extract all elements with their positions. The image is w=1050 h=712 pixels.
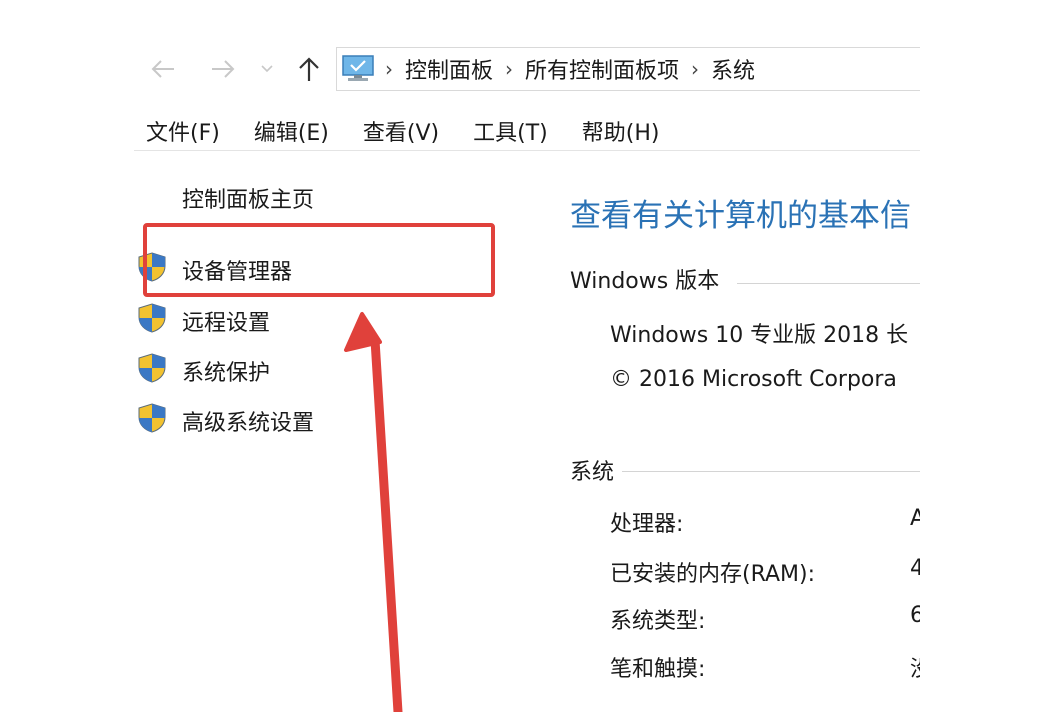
annotation-arrow <box>344 312 403 712</box>
